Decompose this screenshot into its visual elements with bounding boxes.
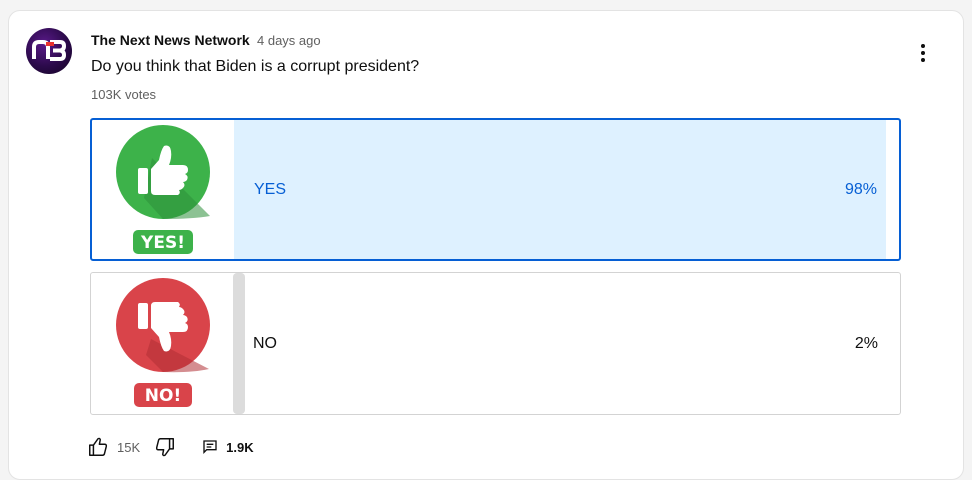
- poll-option-label: YES: [254, 180, 287, 198]
- channel-avatar[interactable]: n3: [26, 28, 72, 74]
- poll-question: Do you think that Biden is a corrupt pre…: [91, 58, 420, 75]
- poll-option-no-fill: [233, 273, 245, 414]
- poll-option-yes[interactable]: YES! YES 98%: [90, 118, 901, 261]
- more-dot-icon: [921, 44, 925, 48]
- poll-option-yes-fill: [234, 120, 886, 259]
- dislike-button[interactable]: [154, 436, 176, 458]
- more-dot-icon: [921, 51, 925, 55]
- more-actions-button[interactable]: [909, 39, 937, 67]
- comments-button[interactable]: 1.9K: [202, 439, 254, 455]
- poll-option-percent: 2%: [854, 334, 878, 352]
- yes-badge-text: YES!: [140, 233, 185, 253]
- comment-count: 1.9K: [226, 439, 254, 455]
- n3-logo-icon: [32, 40, 67, 61]
- more-dot-icon: [921, 58, 925, 62]
- vote-count: 103K votes: [91, 87, 157, 102]
- thumbs-up-icon: YES!: [116, 125, 210, 254]
- comment-icon: [203, 440, 217, 454]
- channel-name[interactable]: The Next News Network: [91, 32, 250, 48]
- post-actions: 15K 1.9K: [87, 436, 254, 458]
- thumbs-down-outline-icon: [156, 438, 175, 457]
- no-badge-text: NO!: [145, 386, 181, 406]
- post-card: n3 The Next News Network 4 days ago Do y…: [8, 10, 964, 480]
- poll-option-label: NO: [253, 334, 277, 352]
- like-count: 15K: [117, 439, 141, 455]
- poll-option-percent: 98%: [844, 180, 877, 198]
- thumbs-up-outline-icon: [89, 437, 108, 456]
- poll-option-no[interactable]: NO! NO 2%: [90, 272, 901, 415]
- thumbs-down-icon: NO!: [116, 278, 210, 407]
- post-time[interactable]: 4 days ago: [257, 33, 321, 48]
- like-button[interactable]: 15K: [87, 436, 154, 458]
